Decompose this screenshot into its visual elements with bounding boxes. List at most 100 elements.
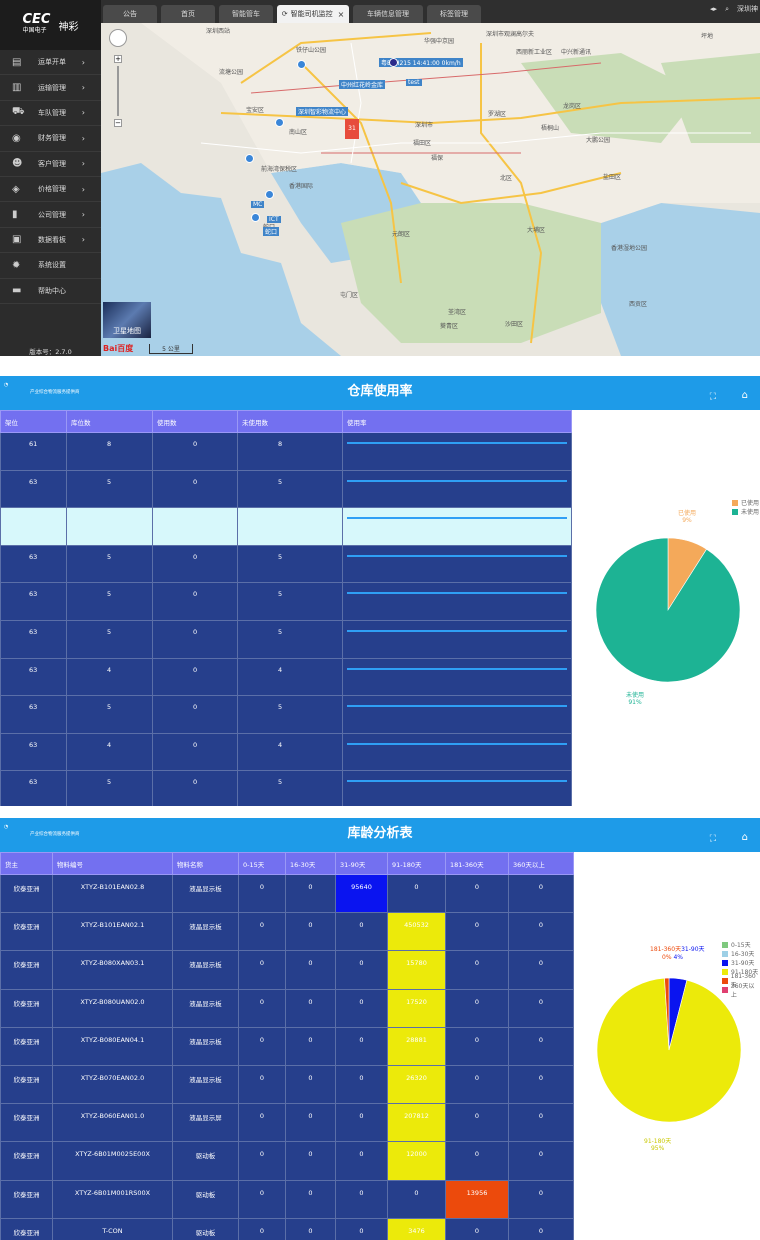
home-icon[interactable]: ⌂ — [742, 390, 748, 401]
home-icon[interactable]: ⌂ — [742, 832, 748, 843]
map-place-label: 香港湿地公园 — [611, 245, 648, 252]
table-cell: 4 — [237, 732, 343, 772]
close-icon[interactable]: × — [338, 10, 345, 19]
table-cell: 液晶显示屏 — [172, 1103, 239, 1143]
table-row[interactable]: 63 4 0 4 — [0, 732, 572, 772]
page-title: 仓库使用率 — [347, 384, 413, 399]
satellite-map-toggle[interactable]: 卫星地图 — [103, 302, 151, 338]
table-row[interactable]: 63 4 0 4 — [0, 657, 572, 697]
marker-label[interactable]: ICT — [267, 216, 281, 223]
usage-rate-bar — [347, 629, 567, 632]
table-row[interactable]: 欣泰亚洲 T-CON 驱动板 0 0 0 3476 0 0 — [0, 1217, 574, 1240]
tab-item[interactable]: 首页 — [161, 5, 215, 23]
table-row[interactable]: 63 5 0 5 — [0, 469, 572, 509]
usage-rate-cell — [342, 582, 572, 621]
tab-item[interactable]: 公告 — [103, 5, 157, 23]
map-place-label: 西贡区 — [629, 301, 648, 308]
table-row[interactable]: 欣泰亚洲 XTYZ-B080EAN04.1 液晶显示板 0 0 0 28881 0 0 — [0, 1026, 574, 1066]
table-cell: 5 — [237, 507, 343, 546]
table-cell: XTYZ-B070EAN02.0 — [52, 1064, 173, 1105]
marker-label[interactable]: test — [406, 79, 422, 86]
table-cell: 0 — [152, 507, 238, 546]
map-pin-icon[interactable] — [245, 154, 254, 163]
sidebar-item[interactable]: ▬ 帮助中心 — [0, 279, 101, 304]
zoom-out-button[interactable]: − — [114, 119, 122, 127]
legend-label: 0-15天 — [731, 942, 751, 949]
tab-item[interactable]: 车辆信息管理 — [353, 5, 423, 23]
table-cell: 0 — [152, 695, 238, 734]
baidu-logo: Bai百度 — [103, 344, 134, 353]
legend-label: 已使用 — [741, 500, 760, 507]
sidebar-item[interactable]: ▮ 公司管理 › — [0, 202, 101, 228]
tab-item[interactable]: ⟳ 智能司机监控 × — [277, 5, 349, 23]
table-row[interactable]: 欣泰亚洲 XTYZ-B101EAN02.8 液晶显示板 0 0 95640 0 0 0 — [0, 873, 574, 914]
tab-item[interactable]: 智能管车 — [219, 5, 273, 23]
map-zoom-control[interactable]: + − — [114, 55, 122, 127]
tab-label: 智能管车 — [232, 10, 260, 18]
table-cell: 5 — [66, 582, 153, 621]
legend-item: 16-30天 — [722, 949, 760, 958]
map-pan-control[interactable] — [109, 29, 127, 47]
sidebar-item[interactable]: ▥ 运输管理 › — [0, 75, 101, 101]
vehicle-icon[interactable] — [389, 58, 398, 67]
table-row[interactable]: 63 5 0 5 — [0, 770, 572, 806]
sidebar-item[interactable]: ◈ 价格管理 › — [0, 177, 101, 203]
table-cell: 欣泰亚洲 — [0, 873, 53, 914]
tab-label: 首页 — [181, 10, 195, 18]
table-row[interactable]: 61 8 0 8 — [0, 432, 572, 471]
table-cell: 液晶显示板 — [172, 1026, 239, 1066]
sidebar-item[interactable]: ☻ 客户管理 › — [0, 152, 101, 177]
table-row[interactable]: 欣泰亚洲 XTYZ-B101EAN02.1 液晶显示板 0 0 0 450532 0 0 — [0, 912, 574, 952]
sidebar-item[interactable]: ▣ 数据看板 › — [0, 228, 101, 254]
table-row[interactable]: 欣泰亚洲 XTYZ-6B01M0025E00X 驱动板 0 0 0 12000 0 0 — [0, 1141, 574, 1181]
column-header: 0-15天 — [238, 852, 286, 875]
marker-label[interactable]: MC — [251, 201, 265, 208]
collapse-arrows-icon[interactable]: ◂▸ — [710, 5, 717, 13]
pie-label-used: 已使用 9% — [678, 510, 697, 524]
table-row[interactable]: 63 5 0 5 — [0, 619, 572, 659]
zoom-in-button[interactable]: + — [114, 55, 122, 63]
sidebar-item[interactable]: ◉ 财务管理 › — [0, 126, 101, 152]
sidebar-item[interactable]: ✹ 系统设置 — [0, 253, 101, 279]
map-pin-icon[interactable] — [275, 118, 284, 127]
table-cell: 63 — [0, 732, 67, 772]
table-row[interactable]: 欣泰亚洲 XTYZ-B070EAN02.0 液晶显示板 0 0 0 26320 0 0 — [0, 1064, 574, 1105]
table-cell: 0 — [508, 1103, 574, 1143]
map-pin-icon[interactable] — [265, 190, 274, 199]
legend-label: 31-90天 — [731, 960, 755, 967]
usage-rate-bar — [347, 780, 567, 783]
marker-label[interactable]: 中州红花岭金库 — [339, 80, 386, 89]
pie-slice[interactable] — [595, 537, 741, 683]
marker-label[interactable]: 蛇口 — [263, 227, 280, 236]
fullscreen-icon[interactable]: ⛶ — [710, 392, 716, 402]
table-row[interactable]: 61 5 0 5 — [0, 507, 572, 546]
refresh-icon[interactable]: ⟳ — [282, 10, 288, 18]
table-cell: 0 — [445, 1141, 509, 1181]
table-row[interactable]: 欣泰亚洲 XTYZ-6B01M001RS00X 驱动板 0 0 0 0 13956 0 — [0, 1179, 574, 1219]
table-row[interactable]: 欣泰亚洲 XTYZ-B080XAN03.1 液晶显示板 0 0 0 15780 0 0 — [0, 950, 574, 990]
sidebar-item[interactable]: ⛟ 车队管理 › — [0, 101, 101, 127]
search-icon[interactable]: ⌕ — [725, 5, 729, 14]
map-pin-icon[interactable] — [297, 60, 306, 69]
map-pin-icon[interactable] — [251, 213, 260, 222]
table-cell: 5 — [66, 770, 153, 806]
table-row[interactable]: 63 5 0 5 — [0, 544, 572, 584]
map-place-label: 坪地 — [701, 33, 714, 40]
sidebar-item[interactable]: ▤ 运单开单 › — [0, 50, 101, 76]
marker-label[interactable]: 深圳智彩物流中心 — [296, 107, 349, 116]
table-row[interactable]: 欣泰亚洲 XTYZ-B080UAN02.0 液晶显示板 0 0 0 17520 0 0 — [0, 988, 574, 1028]
warehouse-usage-screen: ◔ 产业综合物流服务提供商 仓库使用率 ⛶ ⌂ 架位 库位数 使用数 未使用数 使用率 … — [0, 376, 760, 806]
fullscreen-icon[interactable]: ⛶ — [710, 834, 716, 844]
city-selector[interactable]: 深圳神 — [737, 4, 758, 14]
map-view[interactable]: 深圳西站 铁仔山公园 华强中京园 深圳市观澜高尔夫 西丽新工业区 中兴新通讯 流塘公园 宝安区… — [101, 23, 760, 356]
tab-item[interactable]: 标签管理 — [427, 5, 481, 23]
table-row[interactable]: 63 5 0 5 — [0, 695, 572, 734]
zoom-slider[interactable] — [117, 66, 119, 116]
table-cell: 5 — [237, 582, 343, 621]
table-row[interactable]: 欣泰亚洲 XTYZ-B060EAN01.0 液晶显示屏 0 0 0 207812 0 0 — [0, 1103, 574, 1143]
table-row[interactable]: 63 5 0 5 — [0, 582, 572, 621]
table-cell: 0 — [285, 950, 336, 990]
table-cell: 63 — [0, 695, 67, 734]
cluster-marker[interactable]: 31 — [345, 119, 359, 139]
table-cell: 63 — [0, 770, 67, 806]
